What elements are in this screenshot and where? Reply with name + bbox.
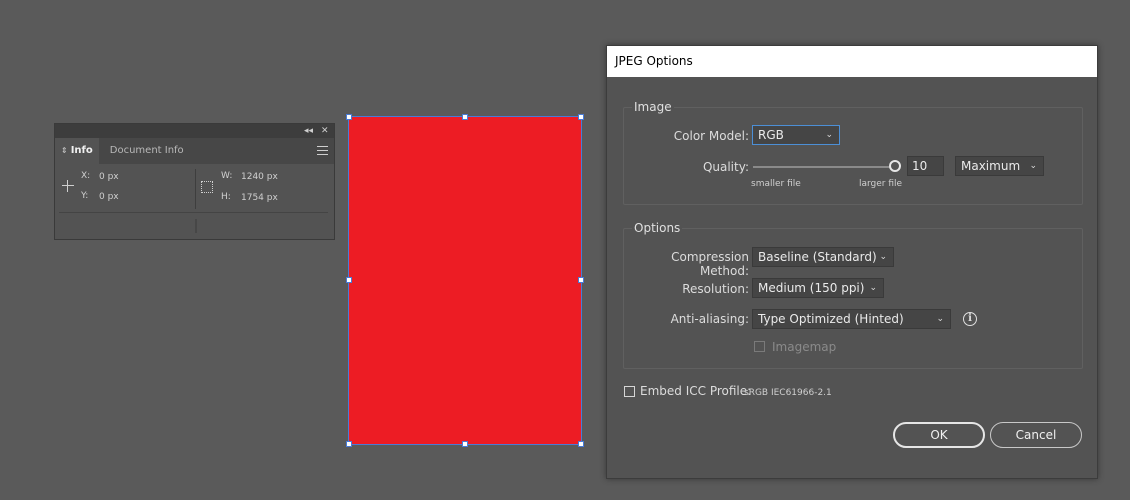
tab-info-label: Info bbox=[70, 145, 93, 156]
h-value: 1754 px bbox=[241, 193, 278, 203]
info-panel-topbar: ◂◂ ✕ bbox=[55, 124, 334, 138]
selection-handle-top-middle[interactable] bbox=[462, 114, 468, 120]
dialog-title: JPEG Options bbox=[607, 46, 1097, 77]
color-model-value: RGB bbox=[758, 128, 784, 142]
close-panel-icon[interactable]: ✕ bbox=[321, 124, 329, 138]
info-divider bbox=[195, 169, 196, 209]
h-label: H: bbox=[221, 192, 231, 202]
collapse-panel-icon[interactable]: ◂◂ bbox=[304, 124, 313, 138]
x-value: 0 px bbox=[99, 172, 119, 182]
embed-icc-label: Embed ICC Profile: bbox=[640, 384, 752, 398]
chevron-down-icon: ⌄ bbox=[936, 314, 944, 324]
tab-info[interactable]: ⇕ Info bbox=[55, 138, 99, 164]
selection-handle-bottom-left[interactable] bbox=[346, 441, 352, 447]
quality-input-value: 10 bbox=[912, 159, 928, 173]
red-artboard[interactable] bbox=[348, 116, 582, 445]
quality-slider-track[interactable] bbox=[753, 166, 891, 168]
info-icon[interactable]: i bbox=[963, 312, 977, 326]
info-panel-body: X: 0 px Y: 0 px W: 1240 px H: 1754 px bbox=[55, 164, 334, 212]
crosshair-icon bbox=[62, 180, 74, 192]
selection-handle-top-left[interactable] bbox=[346, 114, 352, 120]
selection-handle-middle-right[interactable] bbox=[578, 277, 584, 283]
larger-file-hint: larger file bbox=[859, 179, 903, 189]
icc-profile-name: sRGB IEC61966-2.1 bbox=[744, 388, 832, 398]
dimensions-icon bbox=[201, 181, 213, 193]
selection-handle-bottom-middle[interactable] bbox=[462, 441, 468, 447]
anti-aliasing-value: Type Optimized (Hinted) bbox=[758, 312, 904, 326]
y-value: 0 px bbox=[99, 192, 119, 202]
info-panel-divider bbox=[59, 212, 328, 213]
selection-handle-top-right[interactable] bbox=[578, 114, 584, 120]
tab-document-info[interactable]: Document Info bbox=[104, 138, 190, 164]
chevron-down-icon: ⌄ bbox=[825, 130, 833, 140]
ok-button[interactable]: OK bbox=[893, 422, 985, 448]
panel-resize-grip[interactable] bbox=[195, 219, 197, 233]
image-group-title: Image bbox=[632, 100, 674, 114]
w-value: 1240 px bbox=[241, 172, 278, 182]
y-label: Y: bbox=[81, 191, 89, 201]
options-group-title: Options bbox=[632, 221, 683, 235]
imagemap-label: Imagemap bbox=[772, 340, 837, 354]
panel-menu-icon[interactable] bbox=[317, 146, 328, 158]
x-label: X: bbox=[81, 171, 91, 181]
quality-preset-select[interactable]: Maximum ⌄ bbox=[955, 156, 1044, 176]
anti-aliasing-label: Anti-aliasing: bbox=[670, 312, 749, 326]
tab-document-info-label: Document Info bbox=[109, 145, 184, 156]
imagemap-checkbox[interactable] bbox=[754, 341, 765, 352]
compression-method-select[interactable]: Baseline (Standard) ⌄ bbox=[752, 247, 894, 267]
chevron-down-icon: ⌄ bbox=[879, 252, 887, 262]
compression-method-value: Baseline (Standard) bbox=[758, 250, 877, 264]
embed-icc-checkbox[interactable] bbox=[624, 386, 635, 397]
resolution-value: Medium (150 ppi) bbox=[758, 281, 865, 295]
color-model-label: Color Model: bbox=[673, 129, 749, 143]
selection-handle-middle-left[interactable] bbox=[346, 277, 352, 283]
color-model-select[interactable]: RGB ⌄ bbox=[752, 125, 840, 145]
compression-method-label: Compression Method: bbox=[671, 250, 749, 278]
cancel-button[interactable]: Cancel bbox=[990, 422, 1082, 448]
quality-label: Quality: bbox=[702, 160, 749, 174]
info-panel: ◂◂ ✕ ⇕ Info Document Info X: 0 px Y: 0 px… bbox=[54, 123, 335, 240]
smaller-file-hint: smaller file bbox=[751, 179, 801, 189]
selection-handle-bottom-right[interactable] bbox=[578, 441, 584, 447]
chevron-down-icon: ⌄ bbox=[869, 283, 877, 293]
anti-aliasing-select[interactable]: Type Optimized (Hinted) ⌄ bbox=[752, 309, 951, 329]
w-label: W: bbox=[221, 171, 233, 181]
quality-input[interactable]: 10 bbox=[907, 156, 944, 176]
quality-preset-value: Maximum bbox=[961, 159, 1021, 173]
quality-slider-knob[interactable] bbox=[889, 160, 901, 172]
jpeg-options-dialog: JPEG Options Image Color Model: RGB ⌄ Qu… bbox=[606, 45, 1098, 479]
tab-arrows-icon: ⇕ bbox=[61, 146, 68, 155]
chevron-down-icon: ⌄ bbox=[1029, 161, 1037, 171]
info-panel-tabs: ⇕ Info Document Info bbox=[55, 138, 334, 164]
resolution-select[interactable]: Medium (150 ppi) ⌄ bbox=[752, 278, 884, 298]
resolution-label: Resolution: bbox=[682, 282, 749, 296]
